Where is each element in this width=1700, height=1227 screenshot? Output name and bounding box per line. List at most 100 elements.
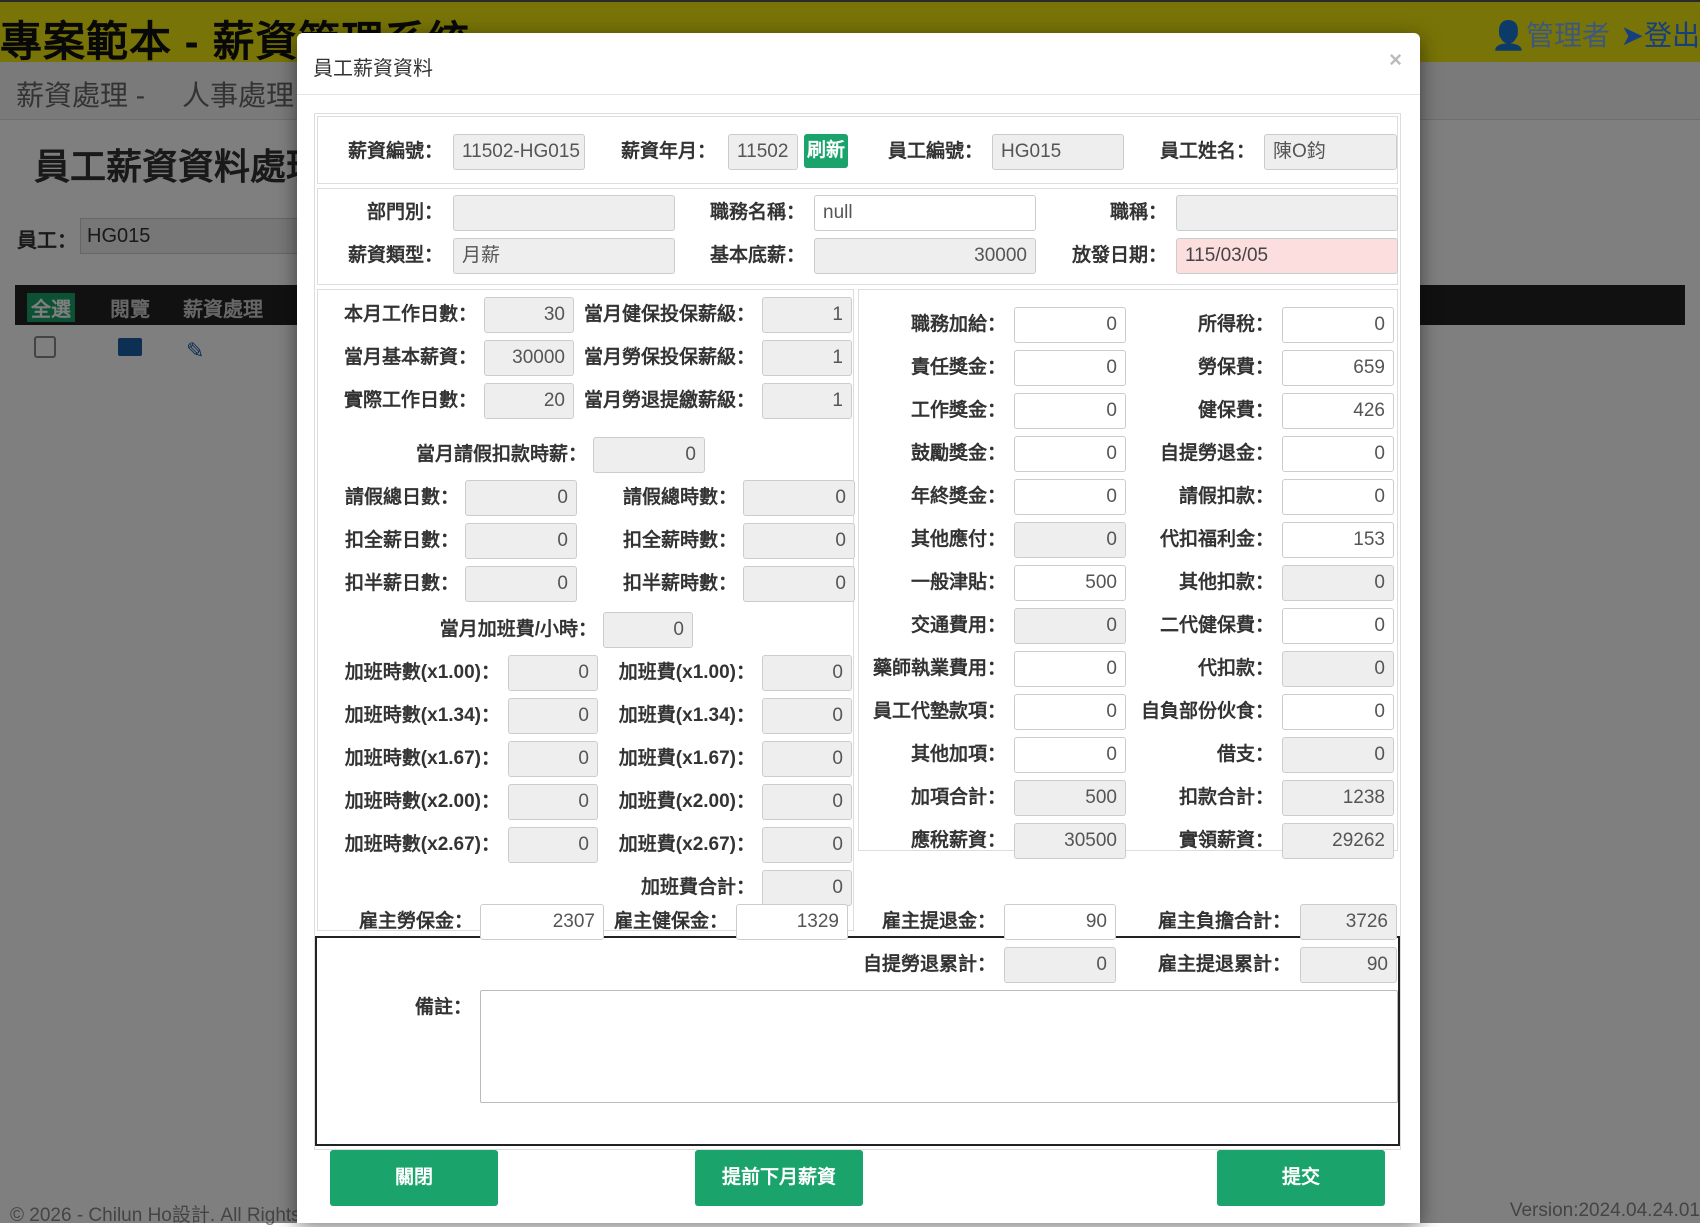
er-nhi-input[interactable]: 1329 [736, 904, 848, 940]
work-days-input[interactable]: 30 [484, 297, 574, 333]
job-title-label: 職稱： [1109, 202, 1167, 223]
salary-type-input[interactable]: 月薪 [453, 238, 675, 274]
er-pension-input[interactable]: 90 [1004, 904, 1116, 940]
job-allow-input[interactable]: 0 [1014, 307, 1126, 343]
year-end-input[interactable]: 0 [1014, 479, 1126, 515]
nhi2-input[interactable]: 0 [1282, 608, 1394, 644]
leave-hourly-input[interactable]: 0 [593, 437, 705, 473]
other-add-input[interactable]: 0 [1014, 737, 1126, 773]
emp-name-label: 員工姓名： [1159, 141, 1255, 162]
salary-modal: 員工薪資資料 × 薪資編號： 11502-HG015 薪資年月： 11502 員工編號：… [297, 33, 1420, 1223]
refresh-button[interactable]: 刷新 [804, 134, 848, 168]
ot-f200-input[interactable]: 0 [762, 784, 852, 820]
er-li-input[interactable]: 2307 [480, 904, 604, 940]
ot-h134-input[interactable]: 0 [508, 698, 598, 734]
ot-h100-label: 加班時數(x1.00)： [344, 662, 500, 683]
salary-no-input[interactable]: 11502-HG015 [453, 134, 585, 170]
pay-date-label: 放發日期： [1071, 245, 1167, 266]
ot-h100-input[interactable]: 0 [508, 655, 598, 691]
ot-h167-input[interactable]: 0 [508, 741, 598, 777]
advance-next-month-button[interactable]: 提前下月薪資 [695, 1150, 863, 1206]
job-title-input[interactable] [1176, 195, 1398, 231]
er-total-label: 雇主負擔合計： [1157, 911, 1291, 932]
allowance-label: 一般津貼： [910, 572, 1006, 593]
ot-h200-input[interactable]: 0 [508, 784, 598, 820]
ot-f167-input[interactable]: 0 [762, 741, 852, 777]
half-hours-input[interactable]: 0 [743, 566, 855, 602]
li-fee-input[interactable]: 659 [1282, 350, 1394, 386]
allowance-input[interactable]: 500 [1014, 565, 1126, 601]
leave-deduct-input[interactable]: 0 [1282, 479, 1394, 515]
emp-no-input[interactable]: HG015 [992, 134, 1124, 170]
taxable-input[interactable]: 30500 [1014, 823, 1126, 859]
er-pension-label: 雇主提退金： [881, 911, 996, 932]
deduct-total-input[interactable]: 1238 [1282, 780, 1394, 816]
leave-days-input[interactable]: 0 [465, 480, 577, 516]
pay-date-input[interactable]: 115/03/05 [1176, 238, 1398, 274]
nhi2-label: 二代健保費： [1159, 615, 1274, 636]
ot-f267-input[interactable]: 0 [762, 827, 852, 863]
li-grade-input[interactable]: 1 [762, 340, 852, 376]
nhi-grade-input[interactable]: 1 [762, 297, 852, 333]
pension-grade-input[interactable]: 1 [762, 383, 852, 419]
dept-label: 部門別： [366, 202, 443, 223]
ot-f100-input[interactable]: 0 [762, 655, 852, 691]
emp-name-input[interactable]: 陳O鈞 [1264, 134, 1397, 170]
base-salary-input[interactable]: 30000 [814, 238, 1036, 274]
welfare-input[interactable]: 153 [1282, 522, 1394, 558]
leave-days-label: 請假總日數： [344, 487, 459, 508]
leave-hours-input[interactable]: 0 [743, 480, 855, 516]
work-bonus-label: 工作獎金： [910, 400, 1006, 421]
month-base-input[interactable]: 30000 [484, 340, 574, 376]
income-tax-input[interactable]: 0 [1282, 307, 1394, 343]
resp-bonus-input[interactable]: 0 [1014, 350, 1126, 386]
salary-ym-label: 薪資年月： [620, 141, 716, 162]
full-hours-input[interactable]: 0 [743, 523, 855, 559]
other-pay-input[interactable]: 0 [1014, 522, 1126, 558]
er-pension-acc-input[interactable]: 90 [1300, 947, 1397, 983]
submit-button[interactable]: 提交 [1217, 1150, 1385, 1206]
half-days-label: 扣半薪日數： [344, 573, 459, 594]
advance-input[interactable]: 0 [1014, 694, 1126, 730]
half-days-input[interactable]: 0 [465, 566, 577, 602]
full-days-label: 扣全薪日數： [344, 530, 459, 551]
withhold-input[interactable]: 0 [1282, 651, 1394, 687]
job-name-input[interactable]: null [814, 195, 1036, 231]
salary-ym-input[interactable]: 11502 [728, 134, 798, 170]
traffic-input[interactable]: 0 [1014, 608, 1126, 644]
remark-textarea[interactable] [480, 990, 1398, 1103]
ot-total-input[interactable]: 0 [762, 870, 852, 906]
remark-label: 備註： [414, 997, 472, 1018]
ot-h267-input[interactable]: 0 [508, 827, 598, 863]
close-icon[interactable]: × [1389, 47, 1402, 73]
pharm-input[interactable]: 0 [1014, 651, 1126, 687]
close-button[interactable]: 關閉 [330, 1150, 498, 1206]
loan-input[interactable]: 0 [1282, 737, 1394, 773]
encourage-input[interactable]: 0 [1014, 436, 1126, 472]
ot-hourly-input[interactable]: 0 [603, 612, 693, 648]
net-input[interactable]: 29262 [1282, 823, 1394, 859]
full-days-input[interactable]: 0 [465, 523, 577, 559]
ot-f200-label: 加班費(x2.00)： [618, 791, 755, 812]
meal-input[interactable]: 0 [1282, 694, 1394, 730]
er-total-input[interactable]: 3726 [1300, 904, 1397, 940]
actual-days-input[interactable]: 20 [484, 383, 574, 419]
deduct-total-label: 扣款合計： [1178, 787, 1274, 808]
salary-type-label: 薪資類型： [347, 245, 443, 266]
leave-hourly-label: 當月請假扣款時薪： [415, 444, 587, 465]
nhi-fee-input[interactable]: 426 [1282, 393, 1394, 429]
self-pension-acc-input[interactable]: 0 [1004, 947, 1116, 983]
dept-input[interactable] [453, 195, 675, 231]
leave-hours-label: 請假總時數： [622, 487, 737, 508]
net-label: 實領薪資： [1178, 830, 1274, 851]
other-add-label: 其他加項： [910, 744, 1006, 765]
ot-h267-label: 加班時數(x2.67)： [344, 834, 500, 855]
ot-f134-input[interactable]: 0 [762, 698, 852, 734]
other-deduct-input[interactable]: 0 [1282, 565, 1394, 601]
salary-no-label: 薪資編號： [347, 141, 443, 162]
self-pension-input[interactable]: 0 [1282, 436, 1394, 472]
er-li-label: 雇主勞保金： [358, 911, 473, 932]
add-total-input[interactable]: 500 [1014, 780, 1126, 816]
work-bonus-input[interactable]: 0 [1014, 393, 1126, 429]
resp-bonus-label: 責任獎金： [910, 357, 1006, 378]
